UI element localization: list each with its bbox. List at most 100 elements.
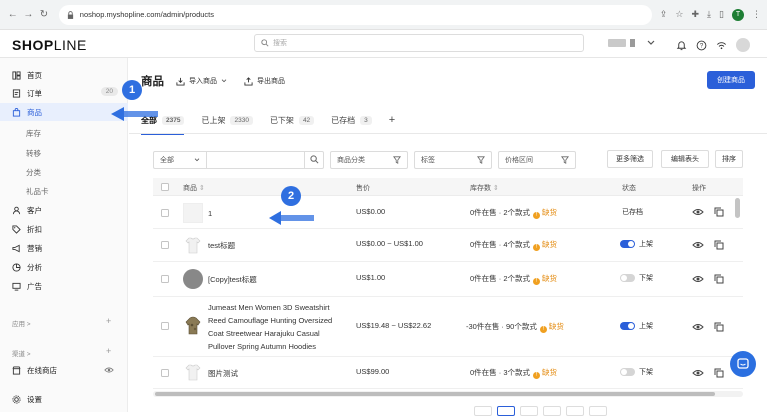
sidebar-item-customers[interactable]: 客户: [0, 201, 128, 219]
table-row[interactable]: test标题 US$0.00 ~ US$1.00 0件在售 · 4个款式! 缺货 …: [153, 229, 743, 262]
table-row[interactable]: 1 US$0.00 0件在售 · 2个款式! 缺货 已存档: [153, 197, 743, 229]
table-horizontal-scrollbar[interactable]: [153, 391, 743, 397]
export-products-button[interactable]: 导出商品: [244, 76, 285, 86]
wifi-icon[interactable]: [716, 40, 727, 51]
page-button[interactable]: [520, 406, 538, 416]
eye-icon[interactable]: [104, 366, 114, 374]
tab-inactive[interactable]: 已下架 42: [270, 113, 315, 127]
more-filters-button[interactable]: 更多筛选: [607, 150, 653, 168]
table-row[interactable]: [Copy]test标题 US$1.00 0件在售 · 2个款式! 缺货 下架: [153, 262, 743, 297]
copy-icon[interactable]: [714, 322, 724, 332]
add-app-icon[interactable]: +: [106, 316, 111, 326]
status-toggle[interactable]: [620, 240, 635, 248]
sidebar-item-marketing[interactable]: 营销: [0, 239, 128, 257]
tags-filter[interactable]: 标签: [414, 150, 492, 169]
sidebar-subitem-inventory[interactable]: 库存: [26, 128, 41, 139]
menu-kebab-icon[interactable]: ⋮: [752, 9, 761, 20]
row-checkbox[interactable]: [161, 209, 169, 217]
store-name-redacted-2: [630, 39, 635, 47]
shopline-logo[interactable]: SHOPLINE: [12, 37, 87, 53]
category-filter[interactable]: 商品分类: [330, 150, 408, 169]
row-checkbox[interactable]: [161, 322, 169, 330]
search-button[interactable]: [305, 150, 324, 169]
column-label: 库存数: [470, 185, 491, 192]
extensions-icon[interactable]: ✚: [692, 9, 700, 20]
share-icon[interactable]: ⇪: [660, 9, 668, 20]
sort-button[interactable]: 排序: [715, 150, 743, 168]
copy-icon[interactable]: [714, 207, 724, 217]
status-toggle[interactable]: [620, 274, 635, 282]
eye-icon[interactable]: [692, 241, 704, 249]
page-prev-button[interactable]: [474, 406, 492, 416]
add-channel-icon[interactable]: +: [106, 346, 111, 356]
back-icon[interactable]: ←: [6, 8, 20, 22]
page-next-button[interactable]: [589, 406, 607, 416]
eye-icon[interactable]: [692, 208, 704, 216]
page-button[interactable]: [543, 406, 561, 416]
sidebar-item-settings[interactable]: 设置: [0, 390, 128, 408]
copy-icon[interactable]: [714, 368, 724, 378]
eye-icon[interactable]: [692, 275, 704, 283]
sidepanel-icon[interactable]: ▯: [719, 9, 724, 20]
sidebar-item-ads[interactable]: 广告: [0, 277, 128, 295]
row-checkbox[interactable]: [161, 369, 169, 377]
tab-label: 已存档: [331, 115, 356, 125]
page-button[interactable]: [566, 406, 584, 416]
store-switcher[interactable]: [608, 39, 655, 47]
eye-icon[interactable]: [692, 369, 704, 377]
profile-avatar[interactable]: T: [731, 8, 744, 21]
user-avatar[interactable]: [736, 38, 750, 52]
row-checkbox[interactable]: [161, 241, 169, 249]
table-vertical-scrollbar[interactable]: [735, 198, 740, 218]
address-bar[interactable]: noshop.myshopline.com/admin/products: [58, 4, 652, 25]
star-icon[interactable]: ☆: [675, 9, 683, 20]
sidebar-item-orders[interactable]: 订单 20: [0, 84, 128, 102]
sidebar-item-discounts[interactable]: 折扣: [0, 220, 128, 238]
import-icon: [176, 77, 185, 86]
column-inventory[interactable]: 库存数 ⇕: [470, 183, 499, 193]
sidebar-subitem-collections[interactable]: 分类: [26, 167, 41, 178]
apps-group-label[interactable]: 应用 >: [12, 318, 31, 328]
row-checkbox[interactable]: [161, 275, 169, 283]
copy-icon[interactable]: [714, 240, 724, 250]
product-search-input[interactable]: [207, 150, 305, 169]
sidebar-item-home[interactable]: 首页: [0, 66, 128, 84]
sidebar-item-label: 分析: [27, 262, 42, 272]
forward-icon[interactable]: →: [22, 8, 36, 22]
status-toggle[interactable]: [620, 368, 635, 376]
help-icon[interactable]: ?: [696, 40, 707, 51]
sidebar-item-products[interactable]: 商品: [0, 103, 128, 121]
add-tab-button[interactable]: +: [389, 113, 395, 127]
select-all-checkbox[interactable]: [161, 183, 169, 191]
stock-warning: 缺货: [542, 208, 558, 217]
download-icon[interactable]: ⤓: [707, 9, 711, 20]
product-name[interactable]: 图片测试: [208, 367, 348, 380]
chat-support-button[interactable]: [730, 351, 756, 377]
scrollbar-thumb[interactable]: [155, 392, 715, 396]
tab-archived[interactable]: 已存档 3: [331, 113, 372, 127]
table-row[interactable]: 图片测试 US$99.00 0件在售 · 3个款式! 缺货 下架: [153, 357, 743, 389]
eye-icon[interactable]: [692, 323, 704, 331]
create-product-button[interactable]: 创建商品: [707, 71, 755, 89]
edit-columns-button[interactable]: 编辑表头: [661, 150, 709, 168]
product-name[interactable]: Jumeast Men Women 3D Sweatshirt Reed Cam…: [208, 301, 348, 353]
status-toggle[interactable]: [620, 322, 635, 330]
price-range-filter[interactable]: 价格区间: [498, 150, 576, 169]
sidebar-subitem-transfers[interactable]: 转移: [26, 148, 41, 159]
scope-select[interactable]: 全部: [153, 150, 207, 169]
copy-icon[interactable]: [714, 274, 724, 284]
import-products-button[interactable]: 导入商品: [176, 76, 227, 86]
column-product[interactable]: 商品 ⇕: [183, 183, 205, 193]
global-search-input[interactable]: 搜索: [254, 34, 584, 52]
page-button-current[interactable]: [497, 406, 515, 416]
sidebar-item-analytics[interactable]: 分析: [0, 258, 128, 276]
tab-active[interactable]: 已上架 2330: [201, 113, 253, 127]
reload-icon[interactable]: ↻: [37, 8, 51, 22]
product-name[interactable]: test标题: [208, 239, 348, 252]
inventory-text: -30件在售 · 90个款式: [466, 322, 537, 331]
product-name[interactable]: [Copy]test标题: [208, 273, 348, 286]
table-row[interactable]: Jumeast Men Women 3D Sweatshirt Reed Cam…: [153, 297, 743, 357]
channels-group-label[interactable]: 渠道 >: [12, 348, 31, 358]
sidebar-subitem-giftcards[interactable]: 礼品卡: [26, 186, 49, 197]
bell-icon[interactable]: [676, 40, 687, 51]
